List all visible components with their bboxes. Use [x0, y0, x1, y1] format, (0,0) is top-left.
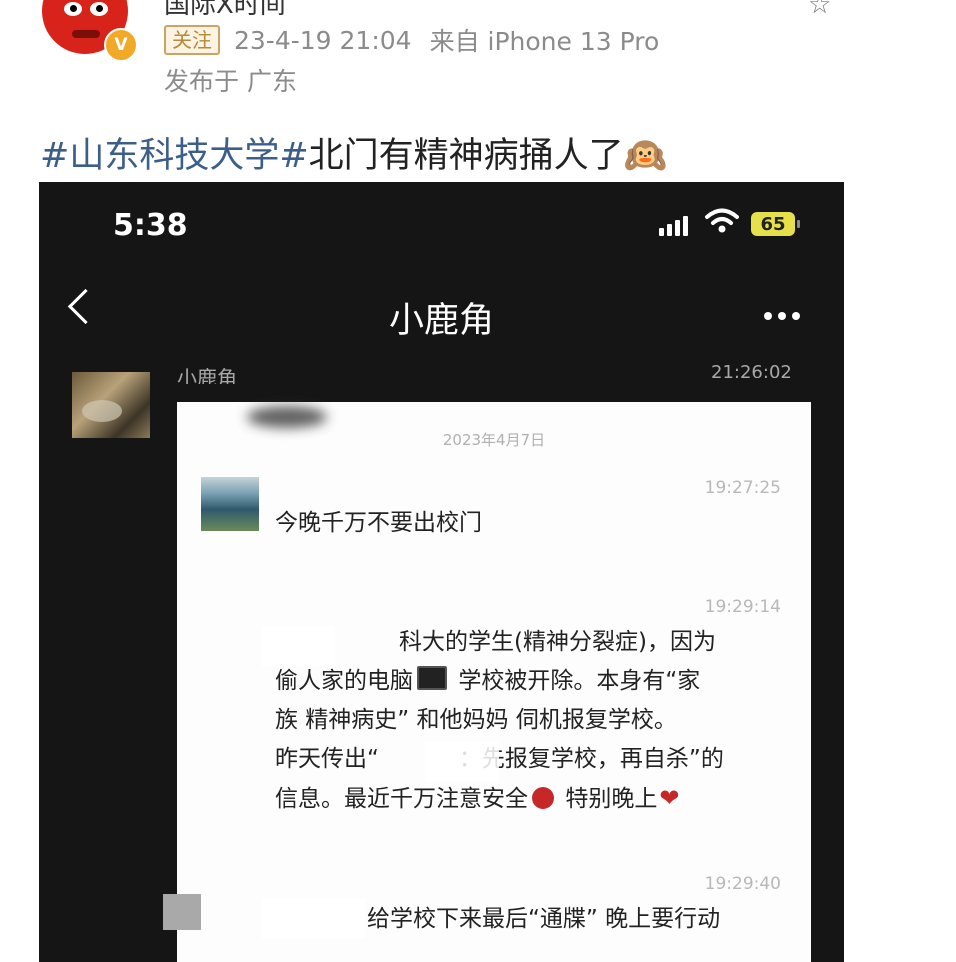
redaction-overlay [425, 742, 499, 782]
avatar-eye [90, 2, 108, 16]
monitor-emoji-icon [417, 666, 447, 690]
message-time: 19:29:14 [704, 597, 781, 617]
status-clock: 5:38 [113, 208, 188, 243]
message-line: 昨天传出“ ：先报复学校，再自杀”的 [275, 746, 724, 772]
message-line: 科大的学生(精神分裂症)，因为 [399, 629, 716, 655]
message-time: 19:29:40 [704, 874, 781, 894]
phone-screenshot[interactable]: 5:38 65 小鹿角 小鹿角 21:26:02 2023年4月7日 19:27… [39, 182, 844, 962]
contact-avatar [201, 477, 259, 531]
chat-date: 2023年4月7日 [442, 431, 546, 449]
message-time: 19:27:25 [704, 478, 781, 498]
message-line: 偷人家的电脑 学校被开除。本身有“家 [275, 666, 701, 694]
wifi-icon [705, 208, 739, 233]
hashtag-link[interactable]: #山东科技大学# [40, 136, 309, 176]
post-meta: 关注 23-4-19 21:04 来自 iPhone 13 Pro [164, 22, 659, 58]
heart-emoji-icon: ❤ [659, 784, 680, 812]
redaction-overlay [261, 898, 365, 938]
post-timestamp: 23-4-19 21:04 [234, 25, 412, 55]
star-icon[interactable]: ☆ [808, 0, 831, 20]
avatar-eye [64, 2, 82, 16]
post-source: 来自 iPhone 13 Pro [429, 27, 660, 56]
post-body: #山东科技大学#北门有精神病捅人了🙉 [40, 127, 667, 178]
follow-button[interactable]: 关注 [164, 25, 220, 55]
chat-title: 小鹿角 [388, 301, 494, 341]
sender-time: 21:26:02 [711, 362, 792, 378]
post-text: 北门有精神病捅人了 [308, 136, 624, 176]
message-text: 今晚千万不要出校门 [275, 510, 482, 536]
monkey-emoji-icon: 🙉 [623, 136, 668, 176]
sender-name: 小鹿角 [177, 366, 237, 384]
more-options-icon[interactable] [764, 312, 800, 320]
redacted-blur [247, 406, 327, 428]
message-line: 信息。最近千万注意安全 特别晚上❤ [275, 779, 795, 819]
redacted-block [163, 894, 201, 930]
verified-badge-icon: V [104, 28, 138, 62]
image-message[interactable]: 2023年4月7日 19:27:25 今晚千万不要出校门 19:29:14 科大… [177, 402, 811, 962]
redaction-overlay [261, 626, 335, 666]
message-text-block: 科大的学生(精神分裂症)，因为 偷人家的电脑 学校被开除。本身有“家 族 精神病… [275, 623, 795, 819]
post-location: 发布于 广东 [164, 67, 297, 96]
author-name[interactable]: 国际X时间 [164, 0, 286, 21]
sender-avatar[interactable] [72, 372, 150, 438]
message-line: 族 精神病史” 和他妈妈 伺机报复学校。 [275, 707, 677, 733]
battery-icon: 65 [751, 212, 800, 236]
signal-icon [659, 214, 688, 236]
apple-emoji-icon [532, 787, 554, 809]
avatar-mouth [72, 30, 100, 38]
